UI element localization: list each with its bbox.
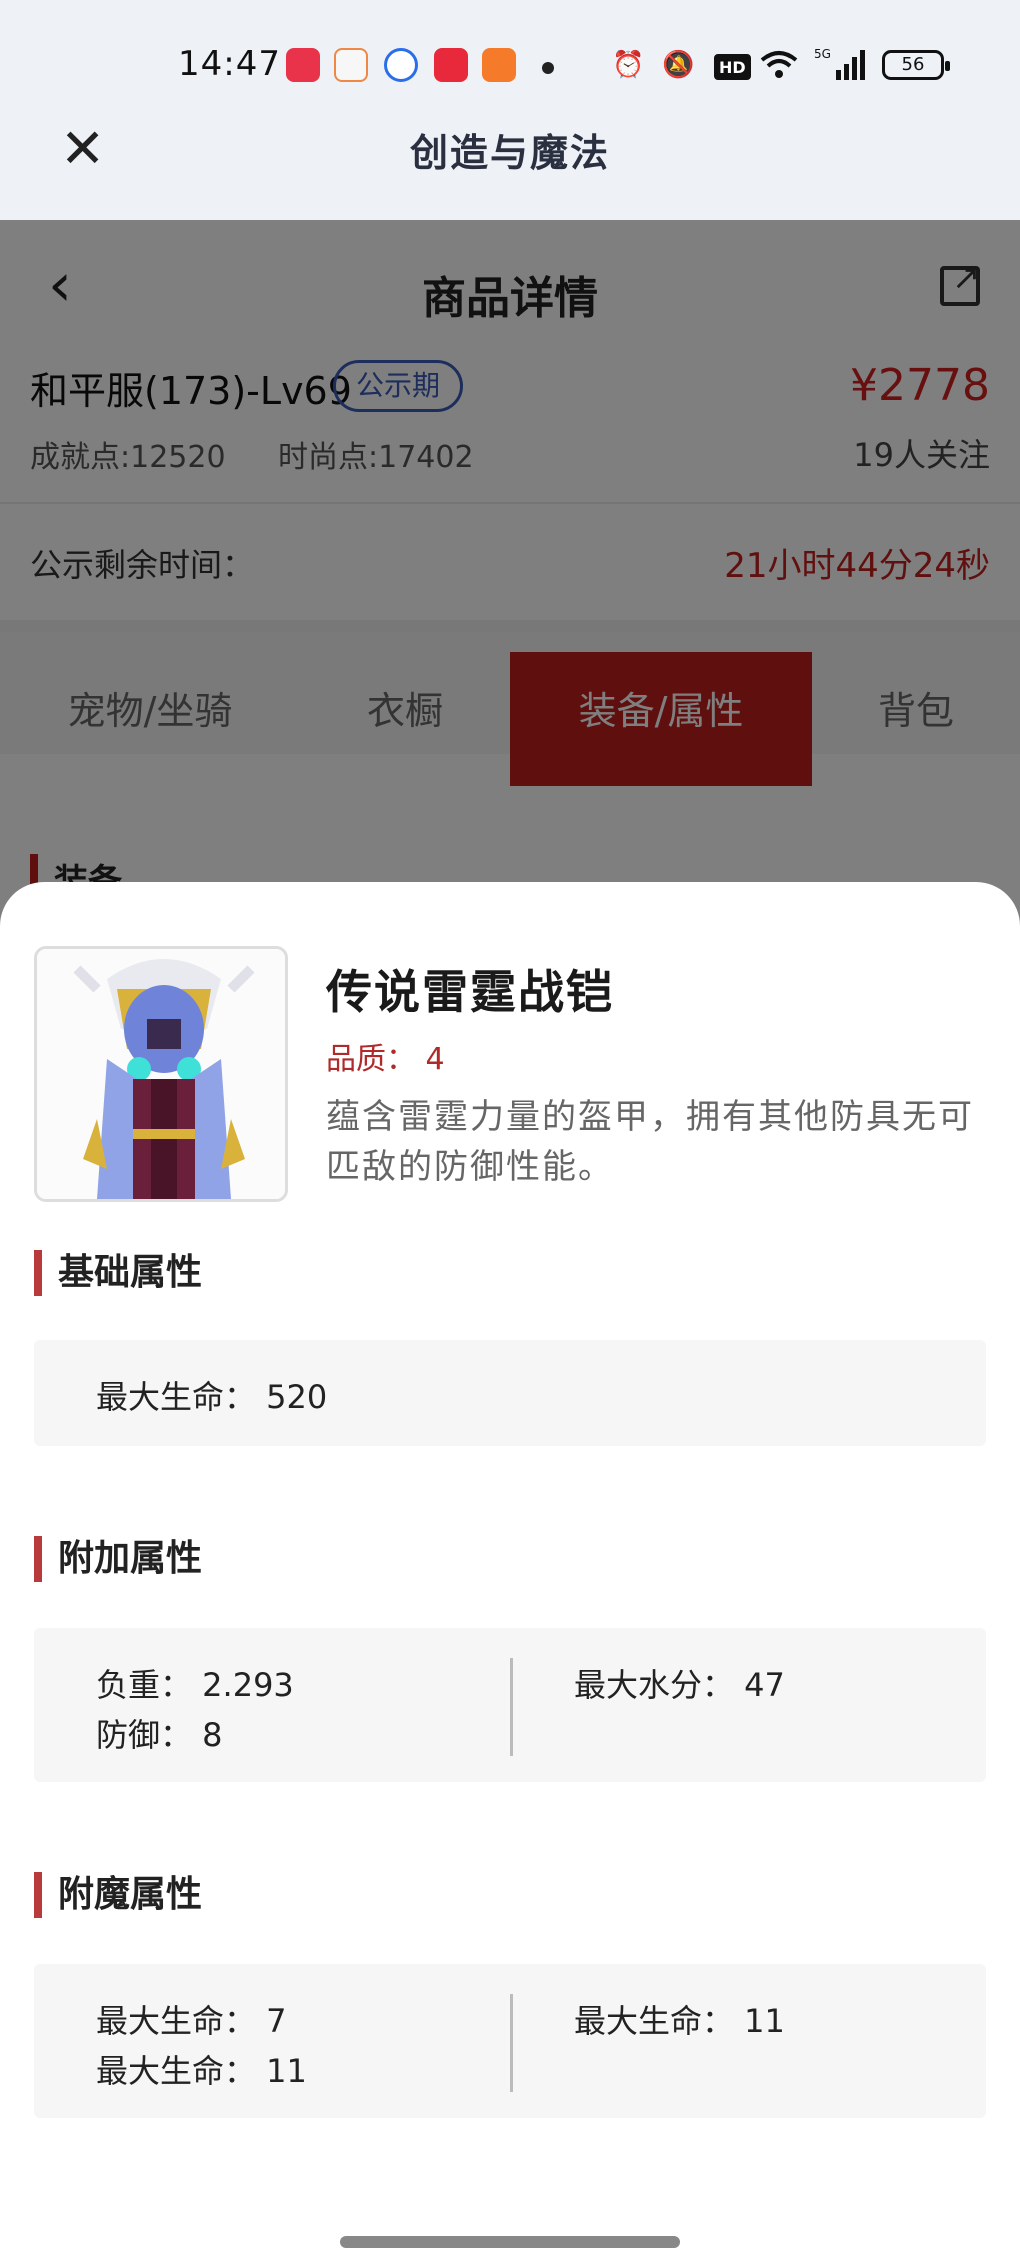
enchant-attribute: 最大生命： 11 (574, 2002, 785, 2040)
item-name: 传说雷霆战铠 (326, 965, 614, 1019)
extra-attribute: 防御： 8 (96, 1716, 223, 1754)
basic-attributes-title: 基础属性 (34, 1250, 202, 1296)
enchant-attribute: 最大生命： 7 (96, 2002, 287, 2040)
app-title: 创造与魔法 (409, 131, 610, 175)
item-detail-sheet: 传说雷霆战铠 品质： 4 蕴含雷霆力量的盔甲，拥有其他防具无可匹敌的防御性能。 … (0, 882, 1020, 2267)
column-divider (510, 1658, 513, 1756)
extra-attributes-box: 负重： 2.293 防御： 8 最大水分： 47 (34, 1628, 986, 1782)
enchant-attributes-title: 附魔属性 (34, 1872, 202, 1918)
mini-program-bar: ✕ 创造与魔法 (0, 110, 1020, 220)
mute-icon: 🔕 (662, 50, 695, 80)
wifi-icon (760, 48, 798, 82)
home-indicator[interactable] (340, 2236, 680, 2248)
battery-icon: 56 (882, 50, 950, 80)
enchant-attribute: 最大生命： 11 (96, 2052, 307, 2090)
network-label: 5G (814, 48, 831, 61)
item-description: 蕴含雷霆力量的盔甲，拥有其他防具无可匹敌的防御性能。 (326, 1097, 974, 1187)
xiaohongshu-icon (434, 48, 468, 82)
orange-app-icon (482, 48, 516, 82)
video-app-icon (334, 48, 368, 82)
signal-icon: 5G (814, 48, 866, 82)
hd-icon: HD (714, 54, 751, 80)
item-image (34, 946, 288, 1202)
extra-attributes-title: 附加属性 (34, 1536, 202, 1582)
basic-attributes-box: 最大生命： 520 (34, 1340, 986, 1446)
column-divider (510, 1994, 513, 2092)
more-notifications-dot (542, 62, 554, 74)
app-notification-icon (286, 48, 320, 82)
alarm-icon: ⏰ (612, 50, 645, 80)
extra-attribute: 最大水分： 47 (574, 1666, 785, 1704)
basic-attribute: 最大生命： 520 (96, 1378, 328, 1416)
item-quality: 品质： 4 (326, 1042, 445, 1077)
status-time: 14:47 (178, 44, 281, 84)
enchant-attributes-box: 最大生命： 7 最大生命： 11 最大生命： 11 (34, 1964, 986, 2118)
browser-app-icon (384, 48, 418, 82)
extra-attribute: 负重： 2.293 (96, 1666, 294, 1704)
